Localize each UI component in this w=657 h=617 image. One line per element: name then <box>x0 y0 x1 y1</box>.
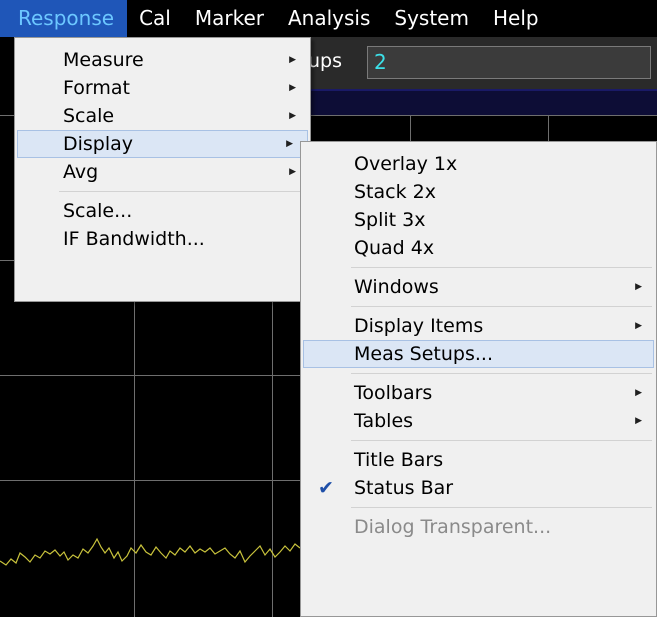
submenu-arrow-icon: ▶ <box>289 55 296 65</box>
menu-marker[interactable]: Marker <box>183 0 276 37</box>
menu-separator <box>351 507 652 508</box>
display-submenu: Overlay 1x Stack 2x Split 3x Quad 4x Win… <box>300 141 657 617</box>
submenu-arrow-icon: ▶ <box>289 111 296 121</box>
menu-item-windows[interactable]: Windows ▶ <box>301 273 656 301</box>
menu-item-label: Stack 2x <box>354 181 436 203</box>
menu-separator <box>351 373 652 374</box>
menu-item-display-items[interactable]: Display Items ▶ <box>301 312 656 340</box>
menu-item-format[interactable]: Format ▶ <box>15 74 310 102</box>
menu-item-label: Tables <box>354 410 414 432</box>
submenu-arrow-icon: ▶ <box>635 321 642 331</box>
menu-item-meas-setups[interactable]: Meas Setups... <box>303 340 654 368</box>
menu-item-overlay-1x[interactable]: Overlay 1x <box>301 150 656 178</box>
menu-item-toolbars[interactable]: Toolbars ▶ <box>301 379 656 407</box>
menu-item-display[interactable]: Display ▶ <box>17 130 308 158</box>
menu-bar: Response Cal Marker Analysis System Help <box>0 0 657 37</box>
menu-item-label: Windows <box>354 276 439 298</box>
response-menu: Measure ▶ Format ▶ Scale ▶ Display ▶ Avg… <box>14 37 311 302</box>
menu-item-avg[interactable]: Avg ▶ <box>15 158 310 186</box>
submenu-arrow-icon: ▶ <box>635 416 642 426</box>
menu-help[interactable]: Help <box>481 0 551 37</box>
menu-cal[interactable]: Cal <box>127 0 183 37</box>
menu-separator <box>351 306 652 307</box>
menu-item-label: Toolbars <box>354 382 433 404</box>
menu-item-scale[interactable]: Scale ▶ <box>15 102 310 130</box>
menu-item-label: IF Bandwidth... <box>63 228 205 250</box>
checkmark-icon: ✔ <box>318 477 334 499</box>
menu-separator <box>351 440 652 441</box>
menu-item-label: Dialog Transparent... <box>354 516 552 538</box>
meas-setups-field[interactable]: 2 <box>367 46 651 79</box>
menu-item-measure[interactable]: Measure ▶ <box>15 46 310 74</box>
menu-item-label: Display Items <box>354 315 484 337</box>
analyzer-window: Response Cal Marker Analysis System Help… <box>0 0 657 617</box>
menu-analysis[interactable]: Analysis <box>276 0 382 37</box>
meas-setups-label: ups <box>308 50 343 72</box>
menu-item-label: Meas Setups... <box>354 343 493 365</box>
menu-item-dialog-transparent: Dialog Transparent... <box>301 513 656 541</box>
submenu-arrow-icon: ▶ <box>289 167 296 177</box>
menu-item-label: Scale... <box>63 200 133 222</box>
menu-item-quad-4x[interactable]: Quad 4x <box>301 234 656 262</box>
menu-item-if-bandwidth[interactable]: IF Bandwidth... <box>15 225 310 253</box>
menu-item-label: Quad 4x <box>354 237 435 259</box>
menu-item-status-bar[interactable]: ✔ Status Bar <box>301 474 656 502</box>
title-strip <box>300 89 657 115</box>
menu-item-label: Status Bar <box>354 477 454 499</box>
menu-response[interactable]: Response <box>0 0 128 37</box>
menu-item-label: Overlay 1x <box>354 153 458 175</box>
menu-separator <box>351 267 652 268</box>
menu-item-label: Split 3x <box>354 209 426 231</box>
menu-item-label: Scale <box>63 105 115 127</box>
submenu-arrow-icon: ▶ <box>286 139 293 149</box>
submenu-arrow-icon: ▶ <box>289 83 296 93</box>
menu-item-label: Measure <box>63 49 144 71</box>
menu-item-label: Avg <box>63 161 99 183</box>
menu-item-scale-dialog[interactable]: Scale... <box>15 197 310 225</box>
menu-item-label: Display <box>63 133 134 155</box>
menu-item-tables[interactable]: Tables ▶ <box>301 407 656 435</box>
submenu-arrow-icon: ▶ <box>635 388 642 398</box>
menu-item-title-bars[interactable]: Title Bars <box>301 446 656 474</box>
menu-item-label: Title Bars <box>354 449 444 471</box>
menu-item-stack-2x[interactable]: Stack 2x <box>301 178 656 206</box>
menu-item-label: Format <box>63 77 130 99</box>
menu-separator <box>59 191 306 192</box>
menu-system[interactable]: System <box>382 0 481 37</box>
submenu-arrow-icon: ▶ <box>635 282 642 292</box>
menu-item-split-3x[interactable]: Split 3x <box>301 206 656 234</box>
